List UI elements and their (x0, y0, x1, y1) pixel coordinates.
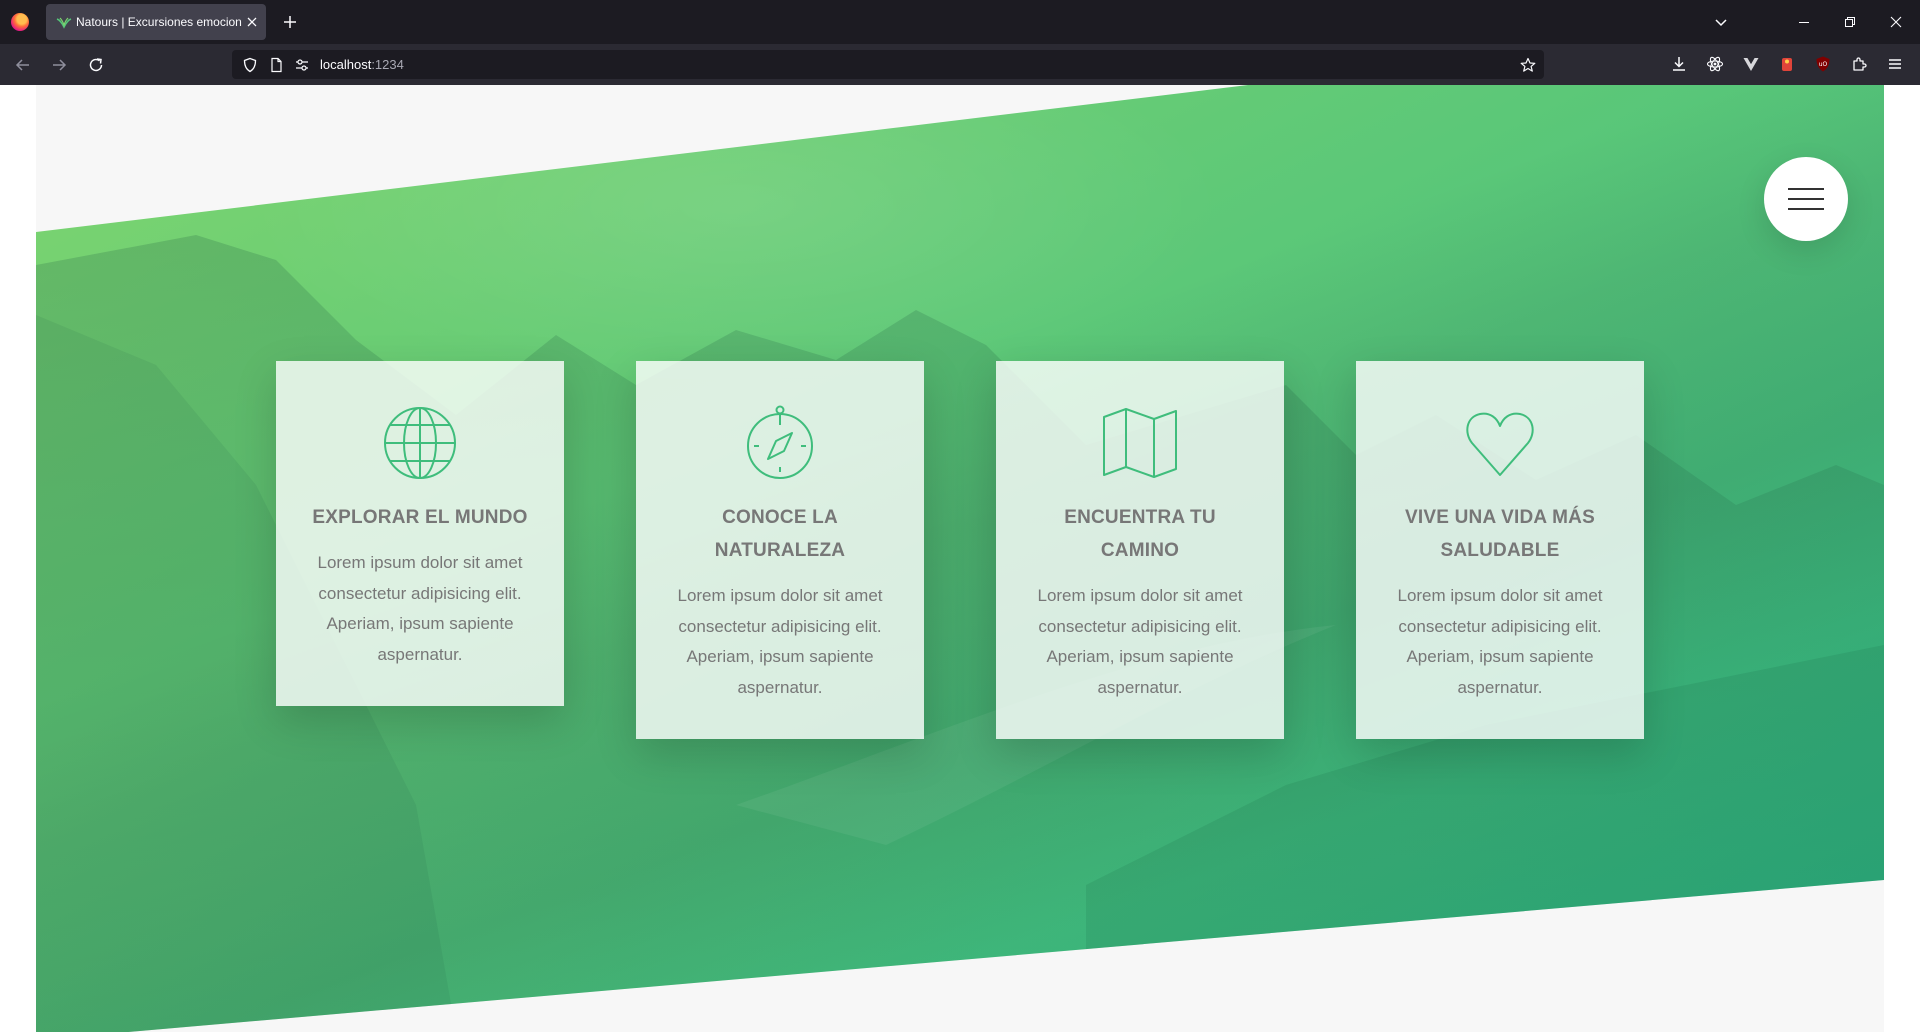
hamburger-icon-line-bottom (1788, 208, 1824, 210)
feature-description: Lorem ipsum dolor sit amet consectetur a… (1030, 581, 1250, 703)
feature-text-line: aspernatur. (1457, 677, 1543, 697)
feature-text-line: Aperiam, ipsum sapiente (1046, 647, 1234, 666)
feature-card-path: ENCUENTRA TU CAMINO Lorem ipsum dolor si… (996, 361, 1284, 739)
forward-arrow-icon[interactable] (50, 56, 68, 74)
feature-title-line: SALUDABLE (1440, 540, 1560, 561)
feature-title: EXPLORAR EL MUNDO (310, 501, 530, 534)
feature-description: Lorem ipsum dolor sit amet consectetur a… (670, 581, 890, 703)
svg-text:uO: uO (1819, 61, 1828, 68)
feature-title: CONOCE LA NATURALEZA (670, 501, 890, 567)
list-all-tabs-icon[interactable] (1713, 14, 1729, 30)
feature-text-line: aspernatur. (1097, 677, 1183, 697)
restore-window-icon[interactable] (1842, 14, 1858, 30)
page-info-icon[interactable] (268, 57, 284, 73)
close-tab-icon[interactable] (245, 15, 259, 29)
extension-pin-icon[interactable] (1778, 55, 1796, 73)
feature-card-explore: EXPLORAR EL MUNDO Lorem ipsum dolor sit … (276, 361, 564, 706)
feature-title-line: NATURALEZA (714, 540, 846, 561)
feature-text-line: consectetur adipisicing elit. (678, 616, 882, 636)
feature-title: VIVE UNA VIDA MÁS SALUDABLE (1390, 501, 1610, 567)
feature-text-line: aspernatur. (377, 644, 463, 664)
hamburger-icon-line-top (1788, 188, 1824, 190)
feature-text-line: Lorem ipsum dolor sit amet (1037, 586, 1243, 605)
globe-icon (384, 407, 456, 479)
feature-text-line: consectetur adipisicing elit. (318, 583, 522, 603)
bookmark-star-icon[interactable] (1520, 57, 1536, 73)
tab-title: Natours | Excursiones emocionantes (76, 15, 242, 29)
feature-text-line: Aperiam, ipsum sapiente (1406, 647, 1594, 666)
page-viewport: EXPLORAR EL MUNDO Lorem ipsum dolor sit … (0, 85, 1920, 1032)
feature-title-line: ENCUENTRA TU (1064, 507, 1216, 528)
feature-text-line: consectetur adipisicing elit. (1398, 616, 1602, 636)
react-devtools-icon[interactable] (1706, 55, 1724, 73)
app-menu-icon[interactable] (1886, 55, 1904, 73)
browser-tab-bar: Natours | Excursiones emocionantes (0, 0, 1920, 44)
feature-text-line: aspernatur. (737, 677, 823, 697)
feature-text-line: Aperiam, ipsum sapiente (326, 614, 514, 633)
feature-card-health: VIVE UNA VIDA MÁS SALUDABLE Lorem ipsum … (1356, 361, 1644, 739)
url-port: :1234 (371, 57, 404, 72)
ublock-origin-icon[interactable]: uO (1814, 55, 1832, 73)
back-arrow-icon[interactable] (14, 56, 32, 74)
url-text[interactable]: localhost:1234 (320, 57, 404, 73)
tracking-shield-icon[interactable] (242, 57, 258, 73)
url-bar[interactable]: localhost:1234 (232, 50, 1544, 79)
browser-navigation-bar: localhost:1234 uO (0, 44, 1920, 85)
feature-text-line: Lorem ipsum dolor sit amet (317, 553, 523, 572)
map-icon (1103, 408, 1177, 478)
hamburger-icon-line-middle (1788, 198, 1824, 200)
feature-card-nature: CONOCE LA NATURALEZA Lorem ipsum dolor s… (636, 361, 924, 739)
url-host: localhost (320, 57, 372, 72)
feature-text-line: Aperiam, ipsum sapiente (686, 647, 874, 666)
close-window-icon[interactable] (1888, 14, 1904, 30)
feature-title: ENCUENTRA TU CAMINO (1030, 501, 1250, 567)
site-permissions-icon[interactable] (294, 57, 310, 73)
minimize-window-icon[interactable] (1796, 14, 1812, 30)
extensions-puzzle-icon[interactable] (1850, 55, 1868, 73)
feature-text-line: Lorem ipsum dolor sit amet (677, 586, 883, 605)
feature-description: Lorem ipsum dolor sit amet consectetur a… (1390, 581, 1610, 703)
browser-tab-active[interactable]: Natours | Excursiones emocionantes (46, 4, 266, 40)
feature-description: Lorem ipsum dolor sit amet consectetur a… (310, 548, 530, 670)
feature-title-line: EXPLORAR EL MUNDO (312, 507, 528, 528)
downloads-icon[interactable] (1670, 55, 1688, 73)
vue-devtools-icon[interactable] (1742, 55, 1760, 73)
heart-icon (1466, 412, 1534, 476)
reload-icon[interactable] (87, 56, 105, 74)
feature-text-line: consectetur adipisicing elit. (1038, 616, 1242, 636)
feature-title-line: VIVE UNA VIDA MÁS (1405, 507, 1595, 528)
natours-page: EXPLORAR EL MUNDO Lorem ipsum dolor sit … (36, 85, 1884, 1032)
compass-icon (747, 405, 813, 479)
feature-text-line: Lorem ipsum dolor sit amet (1397, 586, 1603, 605)
navigation-menu-button[interactable] (1764, 157, 1848, 241)
feature-title-line: CAMINO (1100, 540, 1180, 561)
feature-title-line: CONOCE LA (722, 507, 838, 528)
natours-favicon-icon (56, 17, 72, 29)
new-tab-icon[interactable] (281, 13, 299, 31)
firefox-logo-icon[interactable] (11, 13, 29, 31)
